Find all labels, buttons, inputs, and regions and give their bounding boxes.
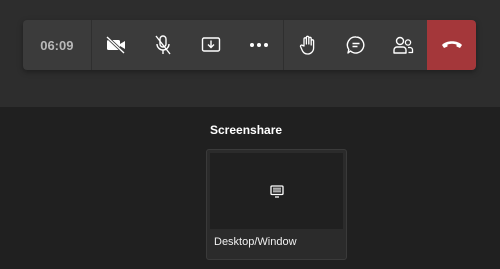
monitor-icon [269,184,284,198]
participants-button[interactable] [379,20,427,70]
share-tray-button[interactable] [187,20,235,70]
chat-button[interactable] [332,20,380,70]
call-timer: 06:09 [23,20,92,70]
share-option-label: Desktop/Window [214,236,297,248]
meeting-toolbar: 06:09 [23,20,476,70]
chat-icon [346,35,366,55]
mic-toggle-button[interactable] [139,20,187,70]
share-tray-icon [201,36,221,54]
share-option-preview [210,153,343,229]
phone-hangup-icon [441,39,463,51]
more-actions-button[interactable] [235,20,283,70]
more-icon [249,42,269,48]
video-off-icon [105,36,127,54]
hand-icon [299,35,317,55]
hang-up-button[interactable] [427,20,476,70]
share-section-title: Screenshare [210,123,283,137]
share-option-desktop-window[interactable]: Desktop/Window [206,149,347,260]
people-icon [392,35,414,55]
raise-hand-button[interactable] [284,20,332,70]
mic-off-icon [154,35,172,55]
camera-toggle-button[interactable] [92,20,140,70]
